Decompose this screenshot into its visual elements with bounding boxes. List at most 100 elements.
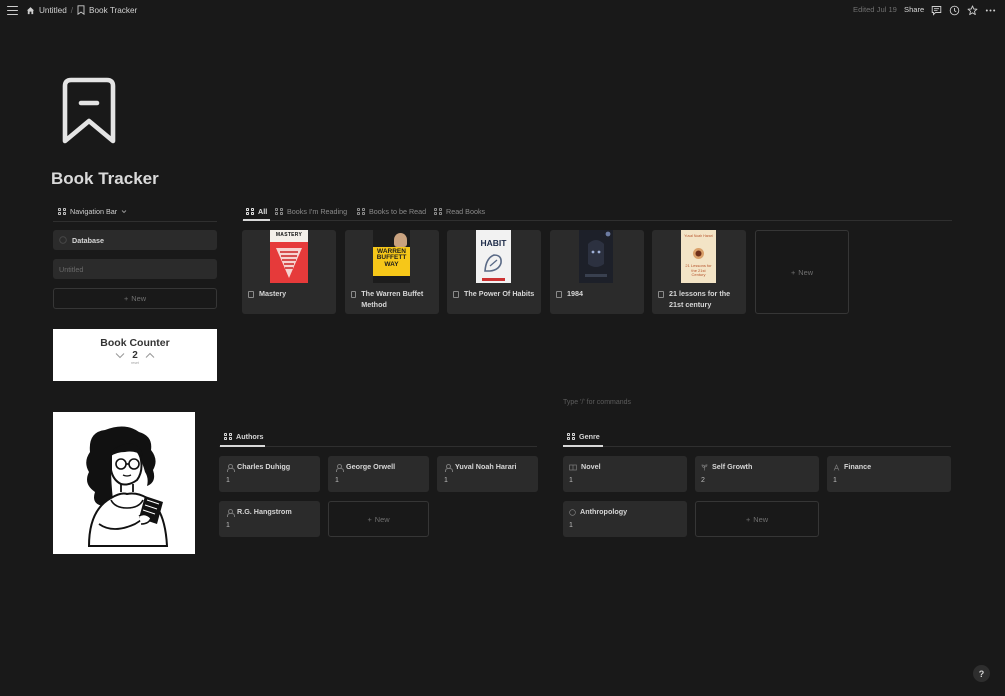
counter-title: Book Counter bbox=[100, 337, 170, 349]
book-card-21-lessons[interactable]: Yuval Noah Harari 21 Lessons for the 21s… bbox=[652, 230, 746, 314]
author-name: Charles Duhigg bbox=[237, 462, 291, 471]
new-label: New bbox=[798, 267, 814, 277]
book-card-power-of-habits[interactable]: HABIT The Power Of Habits bbox=[447, 230, 541, 314]
genre-card[interactable]: Finance 1 bbox=[827, 456, 951, 492]
book-title: Mastery bbox=[259, 289, 287, 298]
new-label: New bbox=[753, 514, 769, 524]
gallery-icon bbox=[224, 432, 232, 441]
genre-name: Novel bbox=[581, 462, 601, 471]
person-icon bbox=[226, 508, 235, 517]
authors-divider bbox=[219, 446, 537, 447]
book-cover: HABIT bbox=[476, 230, 511, 283]
book-card-warren-buffet[interactable]: WARREN BUFFETT WAY The Warren Buffet Met… bbox=[345, 230, 439, 314]
author-name: George Orwell bbox=[346, 462, 396, 471]
author-count: 1 bbox=[335, 477, 339, 484]
author-count: 1 bbox=[444, 477, 448, 484]
menu-icon[interactable] bbox=[7, 6, 18, 16]
book-cover: WARREN BUFFETT WAY bbox=[373, 230, 410, 283]
page-icon bbox=[351, 291, 357, 298]
page-icon bbox=[658, 291, 664, 298]
counter-reset-link[interactable]: reset bbox=[53, 361, 217, 365]
genre-count: 1 bbox=[569, 522, 573, 529]
cover-art bbox=[579, 230, 613, 283]
gallery-icon bbox=[275, 207, 283, 216]
tab-label: Books to be Read bbox=[369, 207, 427, 216]
gallery-icon bbox=[58, 207, 66, 216]
authors-view-tab[interactable]: Authors bbox=[224, 432, 264, 441]
genre-count: 1 bbox=[833, 477, 837, 484]
page-icon bbox=[248, 291, 254, 298]
nav-item-untitled[interactable]: Untitled bbox=[53, 259, 217, 279]
seedling-icon bbox=[701, 464, 708, 471]
comment-icon[interactable] bbox=[931, 5, 942, 16]
author-name: Yuval Noah Harari bbox=[455, 462, 517, 471]
bookmark-icon bbox=[77, 5, 85, 15]
cover-text: HABIT bbox=[480, 238, 507, 248]
navbar-new-button[interactable]: + New bbox=[53, 288, 217, 309]
person-icon bbox=[226, 463, 235, 472]
top-bar: Untitled / Book Tracker Edited Jul 19 Sh… bbox=[0, 0, 1005, 23]
gallery-icon bbox=[434, 207, 442, 216]
bookmark-page-icon[interactable] bbox=[62, 77, 116, 145]
genre-name: Anthropology bbox=[580, 507, 628, 516]
author-count: 1 bbox=[226, 477, 230, 484]
share-button[interactable]: Share bbox=[904, 5, 924, 14]
books-new-button[interactable]: + New bbox=[755, 230, 849, 314]
authors-new-button[interactable]: + New bbox=[328, 501, 429, 537]
genre-tab-indicator bbox=[563, 445, 603, 447]
tab-books-reading[interactable]: Books I'm Reading bbox=[275, 207, 347, 216]
book-card-1984[interactable]: 1984 bbox=[550, 230, 644, 314]
plus-icon: + bbox=[790, 267, 796, 277]
person-icon bbox=[335, 463, 344, 472]
book-counter-widget: Book Counter 2 reset bbox=[53, 329, 217, 381]
tab-all[interactable]: All bbox=[246, 207, 267, 216]
genre-card[interactable]: Anthropology 1 bbox=[563, 501, 687, 537]
navbar-view-tab[interactable]: Navigation Bar bbox=[58, 207, 127, 216]
author-card[interactable]: George Orwell 1 bbox=[328, 456, 429, 492]
more-icon[interactable] bbox=[985, 5, 996, 16]
page-title[interactable]: Book Tracker bbox=[51, 169, 159, 189]
cover-text: 21 Lessons for the 21st Century bbox=[685, 263, 712, 278]
navbar-view-label: Navigation Bar bbox=[70, 207, 118, 216]
chevron-up-icon[interactable] bbox=[145, 352, 155, 359]
command-placeholder[interactable]: Type '/' for commands bbox=[563, 399, 631, 406]
genre-divider bbox=[563, 446, 951, 447]
clock-icon[interactable] bbox=[949, 5, 960, 16]
tab-books-to-read[interactable]: Books to be Read bbox=[357, 207, 426, 216]
breadcrumb-current[interactable]: Book Tracker bbox=[89, 6, 137, 15]
genre-card[interactable]: Novel 1 bbox=[563, 456, 687, 492]
genre-new-button[interactable]: + New bbox=[695, 501, 819, 537]
author-card[interactable]: Charles Duhigg 1 bbox=[219, 456, 320, 492]
genre-name: Finance bbox=[844, 462, 872, 471]
plus-icon: + bbox=[123, 294, 129, 303]
illustration-image bbox=[86, 426, 169, 547]
page-icon bbox=[556, 291, 562, 298]
books-tabs-divider bbox=[242, 220, 952, 221]
gallery-icon bbox=[357, 207, 365, 216]
book-card-mastery[interactable]: MASTERY Mastery bbox=[242, 230, 336, 314]
genre-view-tab[interactable]: Genre bbox=[567, 432, 600, 441]
nav-item-database[interactable]: Database bbox=[53, 230, 217, 250]
edited-timestamp: Edited Jul 19 bbox=[853, 5, 897, 14]
plus-icon: + bbox=[745, 514, 751, 524]
new-label: New bbox=[374, 514, 390, 524]
new-label: New bbox=[131, 294, 147, 303]
star-icon[interactable] bbox=[967, 5, 978, 16]
chevron-down-icon[interactable] bbox=[115, 352, 125, 359]
help-button[interactable]: ? bbox=[973, 665, 990, 682]
author-card[interactable]: R.G. Hangstrom 1 bbox=[219, 501, 320, 537]
tab-read-books[interactable]: Read Books bbox=[434, 207, 485, 216]
reading-woman-illustration bbox=[53, 412, 195, 554]
chart-icon bbox=[833, 463, 840, 471]
author-card[interactable]: Yuval Noah Harari 1 bbox=[437, 456, 538, 492]
active-tab-indicator bbox=[243, 219, 270, 221]
book-cover: Yuval Noah Harari 21 Lessons for the 21s… bbox=[681, 230, 716, 283]
breadcrumb-parent[interactable]: Untitled bbox=[39, 6, 67, 15]
authors-tab-indicator bbox=[220, 445, 265, 447]
genre-count: 2 bbox=[701, 477, 705, 484]
book-cover: MASTERY bbox=[270, 230, 308, 283]
author-name: R.G. Hangstrom bbox=[237, 507, 292, 516]
genre-card[interactable]: Self Growth 2 bbox=[695, 456, 819, 492]
breadcrumb: Untitled / Book Tracker bbox=[26, 5, 137, 15]
globe-icon bbox=[569, 508, 576, 516]
